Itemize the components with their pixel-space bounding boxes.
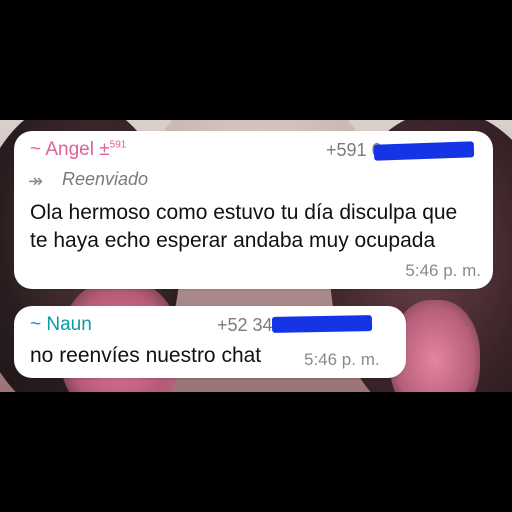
redaction-mark — [271, 315, 373, 333]
redaction-mark — [373, 141, 475, 161]
forwarded-icon: ↠ — [28, 171, 44, 191]
message-bubble-angel[interactable]: ~ Angel ±591 +591 6 ↠ Reenviado Ola herm… — [14, 131, 493, 289]
sender-name[interactable]: ~ Angel ±591 — [30, 139, 126, 161]
sender-name[interactable]: ~ Naun — [30, 314, 92, 336]
sender-name-sup: 591 — [109, 139, 127, 151]
message-text: Ola hermoso como estuvo tu día disculpa … — [30, 201, 458, 252]
message-time: 5:46 p. m. — [405, 261, 481, 280]
message-bubble-naun[interactable]: ~ Naun +52 342 1 4 no reenvíes nuestro c… — [14, 306, 406, 378]
sender-name-text: ~ Angel ± — [30, 139, 110, 160]
message-time: 5:46 p. m. — [304, 350, 380, 369]
message-text: no reenvíes nuestro chat — [30, 344, 262, 367]
forwarded-label: Reenviado — [62, 169, 149, 189]
